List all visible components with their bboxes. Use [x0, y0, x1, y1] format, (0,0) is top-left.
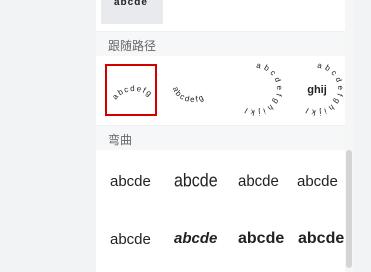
arc-up-text-graphic: abcdefg — [110, 84, 154, 101]
arc-down-text: abcdefg — [171, 85, 205, 104]
warp-preset-7[interactable]: abcde — [238, 230, 284, 248]
warp-preset-2[interactable]: abcde — [174, 172, 218, 193]
warp-preset-3[interactable]: abcde — [238, 173, 279, 191]
warp-preset-4[interactable]: abcde — [297, 173, 338, 190]
warp-preset-6[interactable]: abcde — [174, 230, 217, 247]
circle-text: abcdefghijkl — [241, 62, 281, 117]
svg-text:abcdefghijkl: abcdefghijkl — [241, 62, 283, 117]
arc-down-text-graphic: abcdefg — [171, 85, 206, 104]
button-text-graphic: abcdefghijkl ghij — [302, 62, 342, 117]
previous-preset-text: abcde — [114, 0, 148, 8]
follow-path-preset-button[interactable]: abcdefghijkl ghij — [290, 62, 342, 117]
follow-path-preset-arc-down[interactable]: abcdefg — [165, 64, 217, 116]
warp-preset-1[interactable]: abcde — [110, 173, 151, 190]
svg-text:abcdefg: abcdefg — [110, 84, 154, 101]
right-gutter — [354, 0, 371, 272]
circle-text-graphic: abcdefghijkl — [241, 62, 283, 117]
warp-preset-8[interactable]: abcde — [298, 230, 344, 248]
follow-path-preset-circle[interactable]: abcdefghijkl — [229, 62, 281, 117]
scrollbar-thumb[interactable] — [346, 150, 352, 268]
follow-path-preset-arc-up[interactable]: abcdefg — [105, 64, 157, 116]
arc-up-text: abcdefg — [110, 84, 153, 101]
svg-text:abcdefg: abcdefg — [171, 85, 206, 104]
warp-section-title: 弯曲 — [108, 133, 133, 147]
button-center-text: ghij — [307, 84, 327, 96]
follow-path-section-title: 跟随路径 — [108, 39, 157, 53]
warp-preset-5[interactable]: abcde — [110, 231, 151, 248]
warp-section-header: 弯曲 — [96, 125, 345, 150]
follow-path-section-header: 跟随路径 — [96, 31, 345, 56]
